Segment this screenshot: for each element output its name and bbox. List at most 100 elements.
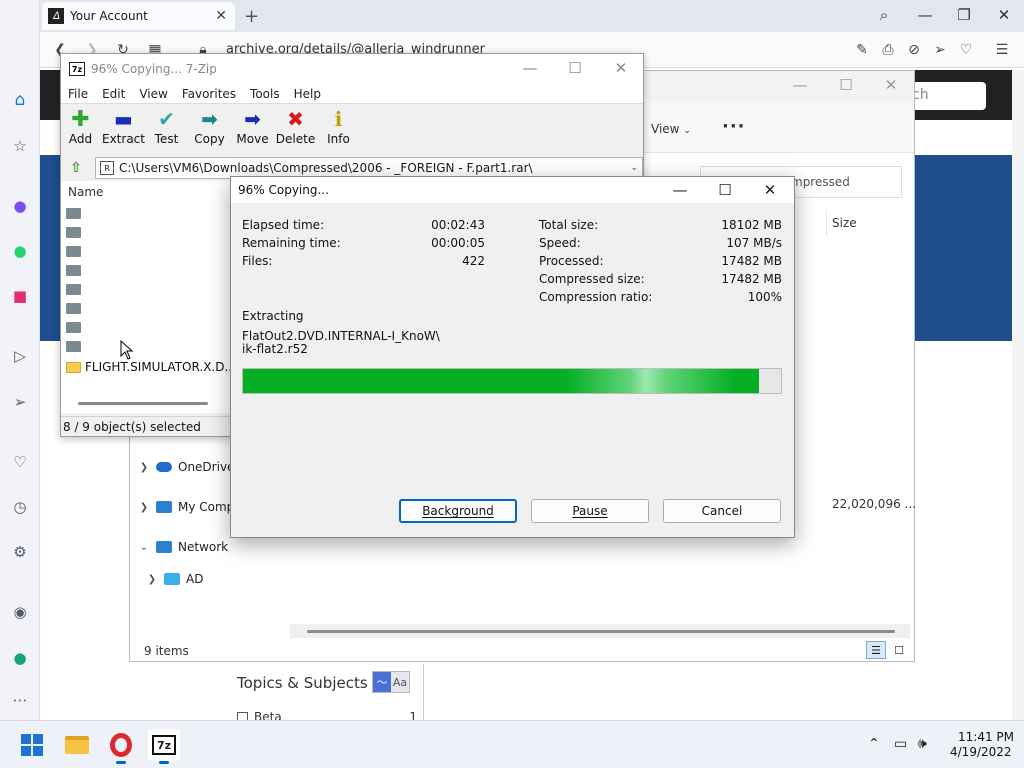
- settings-icon[interactable]: ⚙: [8, 540, 32, 564]
- history-icon[interactable]: ◷: [8, 495, 32, 519]
- start-button[interactable]: [16, 729, 48, 761]
- list-item[interactable]: [66, 265, 81, 276]
- info-button[interactable]: ℹ Info: [317, 104, 360, 154]
- taskbar-file-explorer[interactable]: [61, 729, 93, 761]
- explorer-maximize-icon[interactable]: ☐: [832, 74, 860, 96]
- folder-icon: [66, 284, 81, 295]
- chevron-right-icon[interactable]: ❯: [138, 462, 150, 473]
- edit-icon[interactable]: ✎: [852, 40, 872, 60]
- send-icon[interactable]: ➢: [930, 40, 950, 60]
- list-item[interactable]: [66, 303, 81, 314]
- site-search-input[interactable]: ch: [906, 82, 986, 110]
- volume-icon[interactable]: 🕪︎: [918, 736, 927, 752]
- lightbulb-icon[interactable]: ◉: [8, 600, 32, 624]
- network-status-icon[interactable]: ▭: [894, 736, 907, 752]
- chevron-up-icon[interactable]: ⌃: [868, 736, 880, 752]
- player-icon[interactable]: ▷: [8, 344, 32, 368]
- chevron-right-icon[interactable]: ❯: [146, 574, 158, 585]
- elapsed-value: 00:02:43: [431, 218, 485, 232]
- clock-time[interactable]: 11:41 PM: [958, 730, 1014, 744]
- nav-item-onedrive[interactable]: ❯ OneDrive: [138, 460, 235, 474]
- menu-tools[interactable]: Tools: [243, 87, 287, 101]
- column-divider: [826, 210, 827, 236]
- explorer-close-icon[interactable]: ✕: [877, 74, 905, 96]
- alpha-sort-button[interactable]: Aa: [391, 676, 409, 689]
- bookmark-icon[interactable]: ☆: [8, 134, 32, 158]
- sevenzip-maximize-icon[interactable]: ☐: [561, 57, 589, 79]
- delete-button[interactable]: ✖ Delete: [274, 104, 317, 154]
- list-item[interactable]: [66, 284, 81, 295]
- background-button[interactable]: Background: [399, 499, 517, 523]
- size-column-header[interactable]: Size: [832, 216, 857, 230]
- whatsapp-icon[interactable]: ●: [8, 239, 32, 263]
- dialog-close-icon[interactable]: ✕: [757, 180, 783, 200]
- topics-sort-toggle[interactable]: 〜 Aa: [372, 671, 410, 693]
- chevron-down-icon[interactable]: ⌄: [138, 542, 150, 553]
- view-menu-button[interactable]: View ⌄: [651, 122, 691, 136]
- explorer-hscroll-thumb[interactable]: [307, 630, 895, 633]
- more-options-icon[interactable]: ···: [722, 116, 746, 137]
- pause-button[interactable]: Pause: [531, 499, 649, 523]
- chevron-right-icon[interactable]: ❯: [138, 502, 150, 513]
- explorer-minimize-icon[interactable]: —: [786, 74, 814, 96]
- minus-icon: ▬: [114, 107, 133, 131]
- clock-date[interactable]: 4/19/2022: [950, 745, 1012, 759]
- chevron-down-icon[interactable]: ⌄: [630, 163, 638, 173]
- nav-item-ad[interactable]: ❯ AD: [146, 572, 204, 586]
- menu-help[interactable]: Help: [287, 87, 328, 101]
- send-icon[interactable]: ➢: [8, 390, 32, 414]
- list-item[interactable]: [66, 208, 81, 219]
- menu-edit[interactable]: Edit: [95, 87, 132, 101]
- list-item[interactable]: [66, 341, 81, 352]
- details-view-icon[interactable]: ☰: [866, 641, 886, 659]
- nav-item-network[interactable]: ⌄ Network: [138, 540, 228, 554]
- sevenzip-close-icon[interactable]: ✕: [607, 57, 635, 79]
- menu-favorites[interactable]: Favorites: [175, 87, 243, 101]
- taskbar-7zip[interactable]: 7z: [148, 729, 180, 764]
- list-item[interactable]: [66, 227, 81, 238]
- adblock-icon[interactable]: ⊘: [904, 40, 924, 60]
- instagram-icon[interactable]: ■: [8, 284, 32, 308]
- page-scrollbar[interactable]: [1012, 70, 1024, 720]
- extract-button[interactable]: ▬ Extract: [102, 104, 145, 154]
- dialog-minimize-icon[interactable]: —: [667, 180, 693, 200]
- add-button[interactable]: ✚ Add: [59, 104, 102, 154]
- close-tab-icon[interactable]: ✕: [215, 8, 227, 24]
- camera-icon[interactable]: ⎙: [878, 40, 898, 60]
- profile-banner-right: [910, 155, 1024, 341]
- sevenzip-hscroll-thumb[interactable]: [78, 402, 208, 405]
- account-icon[interactable]: ●: [8, 646, 32, 670]
- restore-icon[interactable]: ❐: [950, 4, 978, 26]
- name-column-header[interactable]: Name: [68, 185, 103, 199]
- list-item[interactable]: FLIGHT.SIMULATOR.X.D...: [66, 360, 236, 374]
- divider: [423, 664, 424, 720]
- search-tabs-icon[interactable]: ⌕: [870, 4, 898, 26]
- tiles-view-icon[interactable]: ☐: [889, 641, 909, 659]
- taskbar-opera[interactable]: [105, 729, 137, 764]
- dialog-maximize-icon[interactable]: ☐: [712, 180, 738, 200]
- folder-up-icon[interactable]: ⇧: [65, 157, 87, 179]
- browser-tab[interactable]: 𝛥 Your Account ✕: [42, 2, 235, 30]
- folder-icon: [65, 736, 89, 754]
- chart-icon[interactable]: 〜: [373, 672, 391, 692]
- sevenzip-minimize-icon[interactable]: —: [516, 57, 544, 79]
- nav-item-my-computer[interactable]: ❯ My Comp: [138, 500, 235, 514]
- test-button[interactable]: ✔ Test: [145, 104, 188, 154]
- list-item[interactable]: [66, 246, 81, 257]
- menu-file[interactable]: File: [61, 87, 95, 101]
- home-icon[interactable]: ⌂: [8, 88, 32, 112]
- heart-icon[interactable]: ♡: [8, 450, 32, 474]
- messenger-icon[interactable]: ●: [8, 194, 32, 218]
- easy-setup-icon[interactable]: ☰: [992, 40, 1012, 60]
- list-item[interactable]: [66, 322, 81, 333]
- close-window-icon[interactable]: ✕: [990, 4, 1018, 26]
- minimize-icon[interactable]: —: [911, 4, 939, 26]
- menu-view[interactable]: View: [132, 87, 174, 101]
- cancel-button[interactable]: Cancel: [663, 499, 781, 523]
- add-label: Add: [68, 132, 93, 146]
- copy-button[interactable]: ➡ Copy: [188, 104, 231, 154]
- more-icon[interactable]: ⋯: [8, 688, 32, 712]
- new-tab-button[interactable]: +: [244, 6, 259, 27]
- heart-icon[interactable]: ♡: [956, 40, 976, 60]
- move-button[interactable]: ➡ Move: [231, 104, 274, 154]
